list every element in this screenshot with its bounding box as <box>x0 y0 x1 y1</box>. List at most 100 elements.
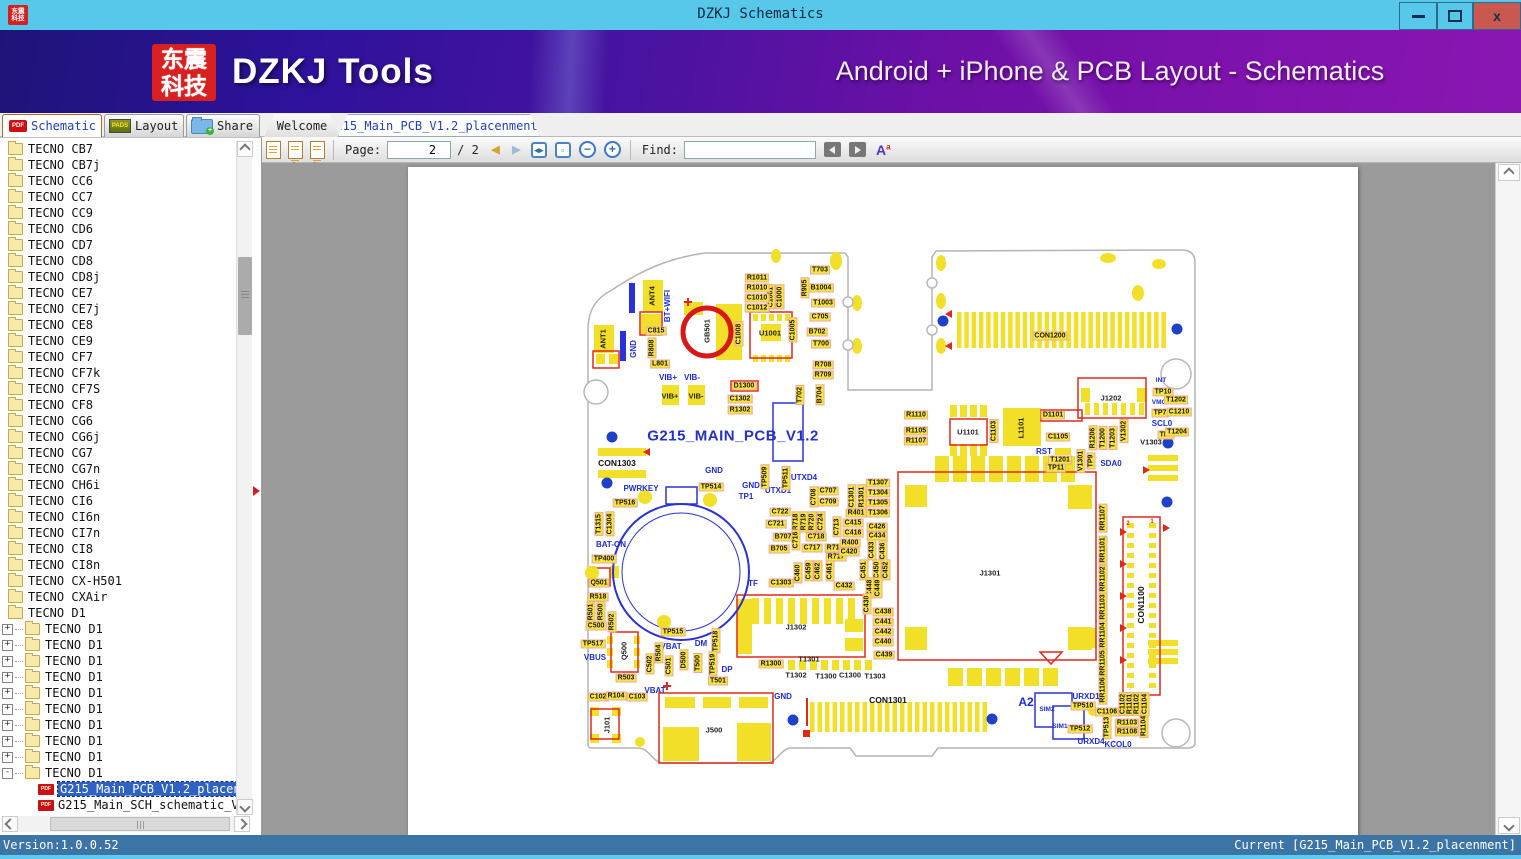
collapse-icon[interactable]: - <box>2 768 13 779</box>
close-button[interactable]: x <box>1473 2 1521 30</box>
sidebar-horizontal-scrollbar[interactable] <box>2 816 250 832</box>
expand-icon[interactable]: + <box>2 736 13 747</box>
tree-item[interactable]: TECNO CG6j <box>0 429 236 445</box>
tree-item-label: TECNO D1 <box>28 606 86 620</box>
scroll-down-button[interactable] <box>237 799 253 815</box>
tree-item[interactable]: TECNO CD8j <box>0 269 236 285</box>
expand-icon[interactable]: + <box>2 656 13 667</box>
tree-item[interactable]: TECNO CD8 <box>0 253 236 269</box>
tree-item[interactable]: TECNO CE7 <box>0 285 236 301</box>
expand-icon[interactable]: + <box>2 720 13 731</box>
tree-item[interactable]: TECNO CC9 <box>0 205 236 221</box>
next-view-button[interactable]: ↷ <box>306 139 328 161</box>
tree-item[interactable]: -TECNO D1 <box>0 765 236 781</box>
tree-item[interactable]: TECNO CE7j <box>0 301 236 317</box>
tree-item[interactable]: TECNO CG7 <box>0 445 236 461</box>
tree-item-pdf[interactable]: PDFG215_Main_SCH_schematic_V1.2 <box>0 797 236 813</box>
tree-item[interactable]: TECNO CI8n <box>0 557 236 573</box>
tree-item[interactable]: TECNO CB7j <box>0 157 236 173</box>
pdf-page: ANT4ANT1BT+WIFIGNDC815R808L801GB501C1008… <box>408 167 1358 835</box>
tree-item[interactable]: TECNO CI6n <box>0 509 236 525</box>
tab-share[interactable]: Share <box>186 114 260 137</box>
expand-icon[interactable]: + <box>2 624 13 635</box>
scroll-right-button[interactable] <box>234 816 250 832</box>
tree-item[interactable]: TECNO CC6 <box>0 173 236 189</box>
pcb-labels-layer: ANT4ANT1BT+WIFIGNDC815R808L801GB501C1008… <box>408 167 1358 835</box>
tree-item[interactable]: TECNO CC7 <box>0 189 236 205</box>
sidebar-collapse-arrow[interactable] <box>253 486 260 496</box>
doc-tab-close-icon[interactable]: x <box>543 119 550 132</box>
tree-item[interactable]: TECNO CF7 <box>0 349 236 365</box>
page-thumbnail-button[interactable] <box>262 139 284 161</box>
expand-icon[interactable]: + <box>2 704 13 715</box>
scroll-left-button[interactable] <box>2 816 18 832</box>
tree-item[interactable]: TECNO CF8 <box>0 397 236 413</box>
zoom-in-button[interactable]: + <box>604 141 621 158</box>
tree-item[interactable]: TECNO CI6 <box>0 493 236 509</box>
tree-item[interactable]: TECNO D1 <box>0 605 236 621</box>
tree-item[interactable]: TECNO CG6 <box>0 413 236 429</box>
tree-item[interactable]: +TECNO D1 <box>0 637 236 653</box>
pdf-viewer-canvas[interactable]: ANT4ANT1BT+WIFIGNDC815R808L801GB501C1008… <box>262 163 1495 835</box>
pcb-label: T702 <box>796 385 805 405</box>
find-previous-button[interactable] <box>824 142 841 157</box>
tree-item[interactable]: TECNO CE8 <box>0 317 236 333</box>
tree-item[interactable]: +TECNO D1 <box>0 701 236 717</box>
tree-item[interactable]: TECNO CE9 <box>0 333 236 349</box>
doc-tab-welcome[interactable]: Welcome <box>264 114 340 137</box>
tree-item[interactable]: +TECNO D1 <box>0 685 236 701</box>
tree-item[interactable]: TECNO CI7n <box>0 525 236 541</box>
tree-item[interactable]: +TECNO D1 <box>0 653 236 669</box>
find-next-button[interactable] <box>849 142 866 157</box>
tree-item[interactable]: +TECNO D1 <box>0 621 236 637</box>
tree-item[interactable]: TECNO CF7S <box>0 381 236 397</box>
scroll-up-button[interactable] <box>1498 164 1520 181</box>
pdf-icon: PDF <box>9 120 27 132</box>
window-bottom-edge <box>0 855 1521 859</box>
zoom-out-button[interactable]: − <box>579 141 596 158</box>
minimize-button[interactable] <box>1399 2 1437 30</box>
prev-view-button[interactable]: ↶ <box>284 139 306 161</box>
tab-layout[interactable]: PADS Layout <box>104 114 184 137</box>
scroll-down-button[interactable] <box>1498 817 1520 834</box>
pcb-label: CON1100 <box>1137 586 1146 623</box>
tree-item[interactable]: TECNO CX-H501 <box>0 573 236 589</box>
expand-icon[interactable]: + <box>2 688 13 699</box>
previous-page-button[interactable]: ◀ <box>491 142 500 157</box>
page-number-input[interactable] <box>387 141 451 159</box>
pcb-label: C461 <box>826 561 835 582</box>
tree-item[interactable]: +TECNO D1 <box>0 749 236 765</box>
scrollbar-thumb[interactable] <box>238 257 252 335</box>
expand-icon[interactable]: + <box>2 640 13 651</box>
fit-page-button[interactable]: ▫ <box>555 142 571 158</box>
tree-item[interactable]: +TECNO D1 <box>0 717 236 733</box>
tree-item[interactable]: TECNO CG7n <box>0 461 236 477</box>
doc-tab-active[interactable]: G215_Main_PCB_V1.2_placenment x <box>338 114 540 137</box>
viewer-vertical-scrollbar[interactable] <box>1495 163 1521 835</box>
tree-item[interactable]: TECNO CH6i <box>0 477 236 493</box>
tree-item[interactable]: TECNO CI8 <box>0 541 236 557</box>
maximize-button[interactable] <box>1437 2 1473 30</box>
tree-item[interactable]: +TECNO D1 <box>0 733 236 749</box>
tree-item[interactable]: TECNO CXAir <box>0 589 236 605</box>
font-size-button[interactable]: Aa <box>876 142 891 158</box>
tree-item-pdf[interactable]: PDFG215_Main_PCB_V1.2_placenment <box>0 781 236 797</box>
title-bar: 东震 科技 DZKJ Schematics x <box>0 0 1521 31</box>
tab-schematic[interactable]: PDF Schematic <box>2 114 102 137</box>
pcb-label: C815 <box>646 327 667 336</box>
expand-icon[interactable]: + <box>2 752 13 763</box>
tree-item[interactable]: TECNO CD6 <box>0 221 236 237</box>
sidebar-vertical-scrollbar[interactable] <box>236 141 252 815</box>
expand-icon[interactable]: + <box>2 672 13 683</box>
fit-width-button[interactable]: ◂▸ <box>531 142 547 158</box>
tree-item[interactable]: +TECNO D1 <box>0 669 236 685</box>
folder-icon <box>25 623 40 635</box>
tree-item[interactable]: TECNO CD7 <box>0 237 236 253</box>
scrollbar-thumb[interactable] <box>50 817 230 831</box>
tree-item[interactable]: TECNO CB7 <box>0 141 236 157</box>
tree-item[interactable]: TECNO CF7k <box>0 365 236 381</box>
find-input[interactable] <box>684 141 816 159</box>
scroll-up-button[interactable] <box>237 141 253 157</box>
pcb-label: B702 <box>807 328 828 337</box>
next-page-button[interactable]: ▶ <box>512 142 521 157</box>
